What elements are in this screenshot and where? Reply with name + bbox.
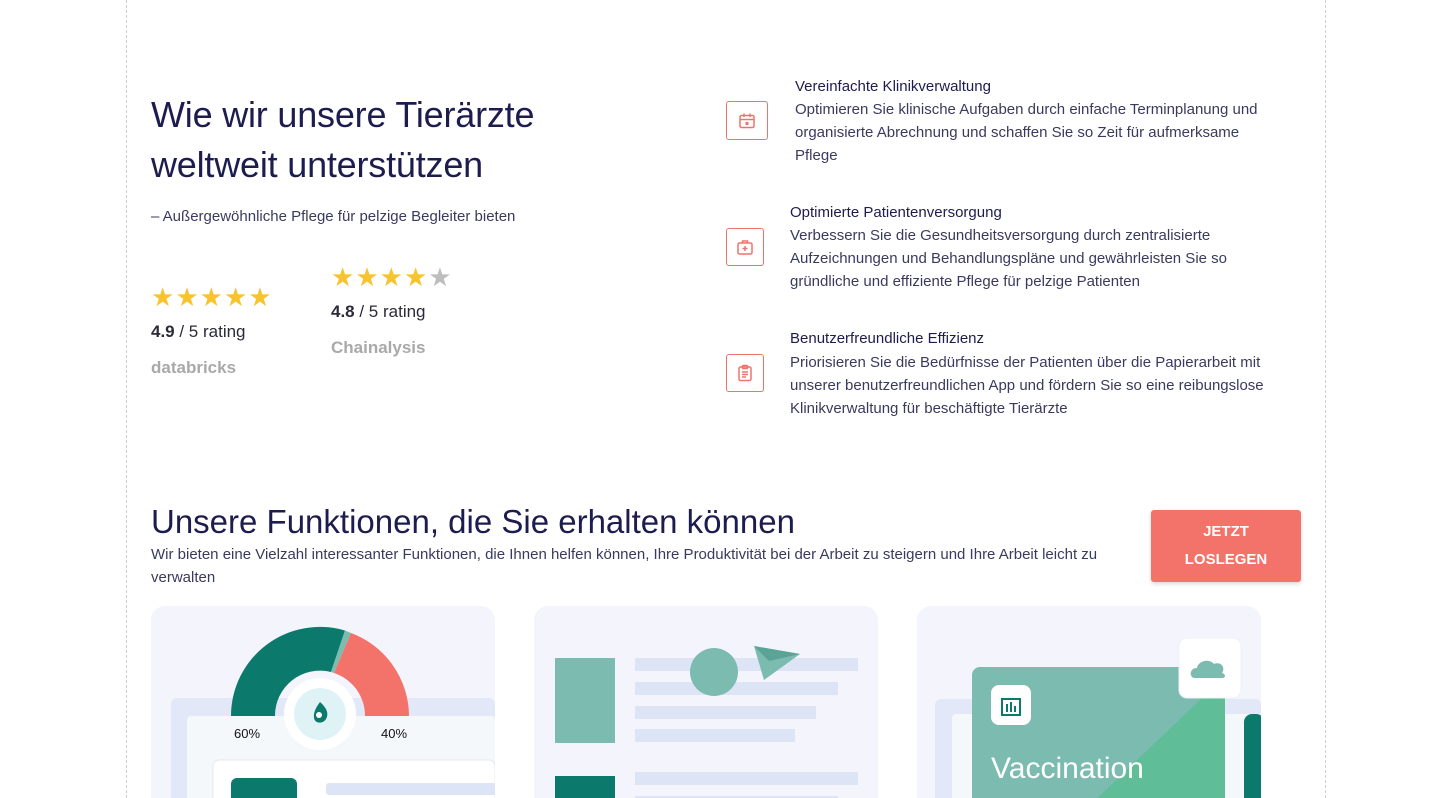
vaccination-label: Vaccination <box>991 752 1144 785</box>
layout-guide-left <box>126 0 127 798</box>
rating-card-chainalysis: ★ ★ ★ ★ ★ 4.8 / 5 rating Chainalysis <box>331 262 452 358</box>
chart-icon <box>991 685 1031 725</box>
rating-score: 4.8 / 5 rating <box>331 302 452 322</box>
star-icon: ★ <box>223 282 248 312</box>
star-icon: ★ <box>355 262 379 292</box>
layout-guide-right <box>1325 0 1326 798</box>
feature-description: Optimieren Sie klinische Aufgaben durch … <box>795 101 1258 164</box>
star-icon: ★ <box>199 282 223 312</box>
rating-suffix: / 5 rating <box>354 302 426 321</box>
section-title: Unsere Funktionen, die Sie erhalten könn… <box>151 503 795 540</box>
rating-brand: databricks <box>151 358 237 377</box>
feature-description: Priorisieren Sie die Bedürfnisse der Pat… <box>790 354 1264 417</box>
star-icon: ★ <box>175 282 199 312</box>
feature-title: Optimierte Patientenversorgung <box>790 204 1002 221</box>
clipboard-icon <box>726 354 764 392</box>
star-icon: ★ <box>403 262 428 292</box>
feature-description: Verbessern Sie die Gesundheitsversorgung… <box>790 227 1227 290</box>
rating-value: 4.8 <box>331 302 355 321</box>
star-icon: ★ <box>248 282 272 312</box>
star-icon: ★ <box>379 262 403 292</box>
feature-card-gauge: 60% 40% <box>151 606 495 798</box>
get-started-button[interactable]: JETZT LOSLEGEN <box>1151 510 1301 582</box>
star-icon: ★ <box>331 262 355 292</box>
gauge-left-label: 60% <box>234 726 261 741</box>
feature-title: Benutzerfreundliche Effizienz <box>790 330 985 347</box>
gauge-illustration <box>171 626 495 798</box>
star-rating: ★ ★ ★ ★ ★ <box>331 262 452 292</box>
gauge-right-label: 40% <box>381 726 408 741</box>
star-empty-icon: ★ <box>428 262 452 292</box>
hero-title: Wie wir unsere Tierärzte weltweit unters… <box>151 94 535 185</box>
rating-value: 4.9 <box>151 322 175 341</box>
document-illustration <box>555 646 858 798</box>
star-icon: ★ <box>151 282 175 312</box>
hero-subtitle: – Außergewöhnliche Pflege für pelzige Be… <box>151 208 516 225</box>
star-rating: ★ ★ ★ ★ ★ <box>151 282 272 312</box>
medical-kit-icon <box>726 228 764 266</box>
feature-title: Vereinfachte Klinikverwaltung <box>795 78 991 95</box>
rating-card-databricks: ★ ★ ★ ★ ★ 4.9 / 5 rating databricks <box>151 282 272 378</box>
feature-card-document <box>534 606 878 798</box>
calendar-icon <box>726 101 768 140</box>
rating-suffix: / 5 rating <box>174 322 246 341</box>
section-subtitle: Wir bieten eine Vielzahl interessanter F… <box>151 546 1098 586</box>
rating-score: 4.9 / 5 rating <box>151 322 272 342</box>
rating-brand: Chainalysis <box>331 338 426 357</box>
cloud-icon <box>1179 638 1241 698</box>
